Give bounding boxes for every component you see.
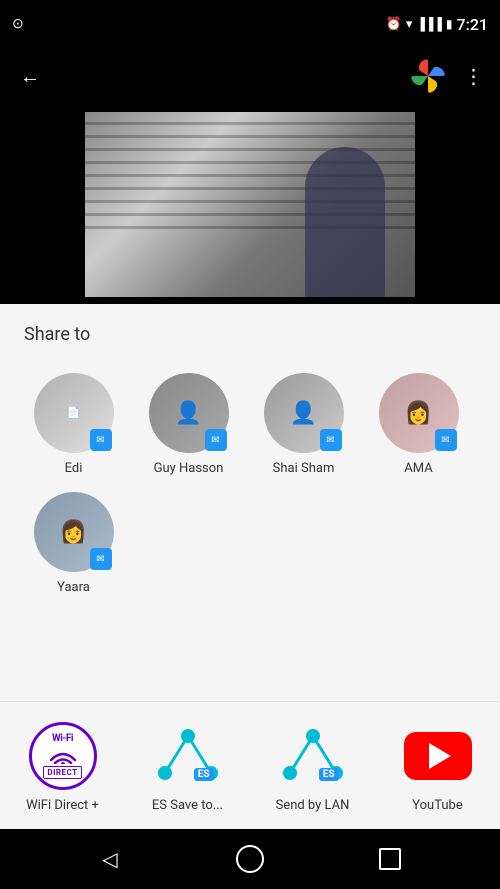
avatar-edi-wrapper: 📄 ✉ (34, 373, 114, 453)
status-bar-right: ⏰ ▾ ▐▐▐ ▮ 7:21 (386, 15, 488, 34)
nav-bar: ◁ (0, 829, 500, 889)
wifi-direct-icon: Wi-Fi DIRECT (29, 722, 97, 790)
contact-yaara-name: Yaara (57, 580, 90, 595)
nav-back-icon: ◁ (102, 847, 117, 871)
avatar-yaara-wrapper: 👩 ✉ (34, 492, 114, 572)
youtube-label: YouTube (412, 798, 463, 813)
es-save-label: ES Save to... (152, 798, 223, 813)
send-lan-label: Send by LAN (276, 798, 350, 813)
location-icon: ⊙ (12, 16, 24, 32)
video-area (0, 104, 500, 304)
apps-row: Wi-Fi DIRECT WiFi Direct + (0, 701, 500, 829)
wifi-direct-label: WiFi Direct + (26, 798, 99, 813)
send-lan-badge: ES (319, 768, 339, 781)
es-save-icon: ES (154, 722, 222, 790)
contact-shai[interactable]: 👤 ✉ Shai Sham (246, 365, 361, 484)
status-bar-left: ⊙ (12, 16, 24, 32)
contact-shai-name: Shai Sham (273, 461, 335, 476)
contact-guy[interactable]: 👤 ✉ Guy Hasson (131, 365, 246, 484)
back-arrow-icon: ← (20, 64, 40, 89)
person-silhouette (305, 147, 385, 297)
app-wifi-direct[interactable]: Wi-Fi DIRECT WiFi Direct + (8, 714, 118, 821)
nav-back-button[interactable]: ◁ (90, 839, 130, 879)
guy-badge: ✉ (205, 429, 227, 451)
more-icon: ⋮ (464, 64, 485, 88)
main-container: ← ⋮ (0, 48, 500, 889)
video-thumbnail (85, 112, 415, 297)
contact-ama-name: AMA (404, 461, 432, 476)
es-badge: ES (194, 768, 214, 781)
shai-badge: ✉ (320, 429, 342, 451)
app-es-save[interactable]: ES ES Save to... (133, 714, 243, 821)
contact-guy-name: Guy Hasson (154, 461, 224, 476)
pinwheel-icon (408, 56, 448, 96)
app-youtube[interactable]: YouTube (383, 714, 493, 821)
contact-yaara[interactable]: 👩 ✉ Yaara (16, 484, 131, 603)
nav-recent-button[interactable] (370, 839, 410, 879)
youtube-play-icon (429, 743, 451, 769)
top-bar: ← ⋮ (0, 48, 500, 104)
top-bar-left: ← (8, 54, 52, 98)
avatar-shai-wrapper: 👤 ✉ (264, 373, 344, 453)
avatar-guy-wrapper: 👤 ✉ (149, 373, 229, 453)
share-panel: Share to 📄 ✉ Edi 👤 (0, 304, 500, 829)
spacer (0, 619, 500, 701)
edi-badge: ✉ (90, 429, 112, 451)
avatar-ama-wrapper: 👩 ✉ (379, 373, 459, 453)
contact-edi[interactable]: 📄 ✉ Edi (16, 365, 131, 484)
battery-icon: ▮ (446, 17, 453, 31)
time-display: 7:21 (457, 15, 489, 34)
app-send-lan[interactable]: ES Send by LAN (258, 714, 368, 821)
back-button[interactable]: ← (8, 54, 52, 98)
wifi-icon: ▾ (406, 17, 413, 32)
contacts-area: 📄 ✉ Edi 👤 ✉ Guy Hasson (0, 357, 500, 619)
alarm-icon: ⏰ (386, 17, 402, 32)
share-title: Share to (0, 304, 500, 357)
nav-home-button[interactable] (230, 839, 270, 879)
yaara-badge: ✉ (90, 548, 112, 570)
signal-icon: ▐▐▐ (416, 17, 442, 31)
contact-ama[interactable]: 👩 ✉ AMA (361, 365, 476, 484)
nav-recent-icon (379, 848, 401, 870)
more-options-button[interactable]: ⋮ (456, 58, 492, 94)
status-bar: ⊙ ⏰ ▾ ▐▐▐ ▮ 7:21 (0, 0, 500, 48)
send-lan-icon: ES (279, 722, 347, 790)
top-bar-right: ⋮ (408, 56, 492, 96)
video-thumbnail-inner (85, 112, 415, 297)
nav-home-icon (236, 845, 264, 873)
ama-badge: ✉ (435, 429, 457, 451)
youtube-icon (404, 722, 472, 790)
contact-edi-name: Edi (65, 461, 83, 476)
